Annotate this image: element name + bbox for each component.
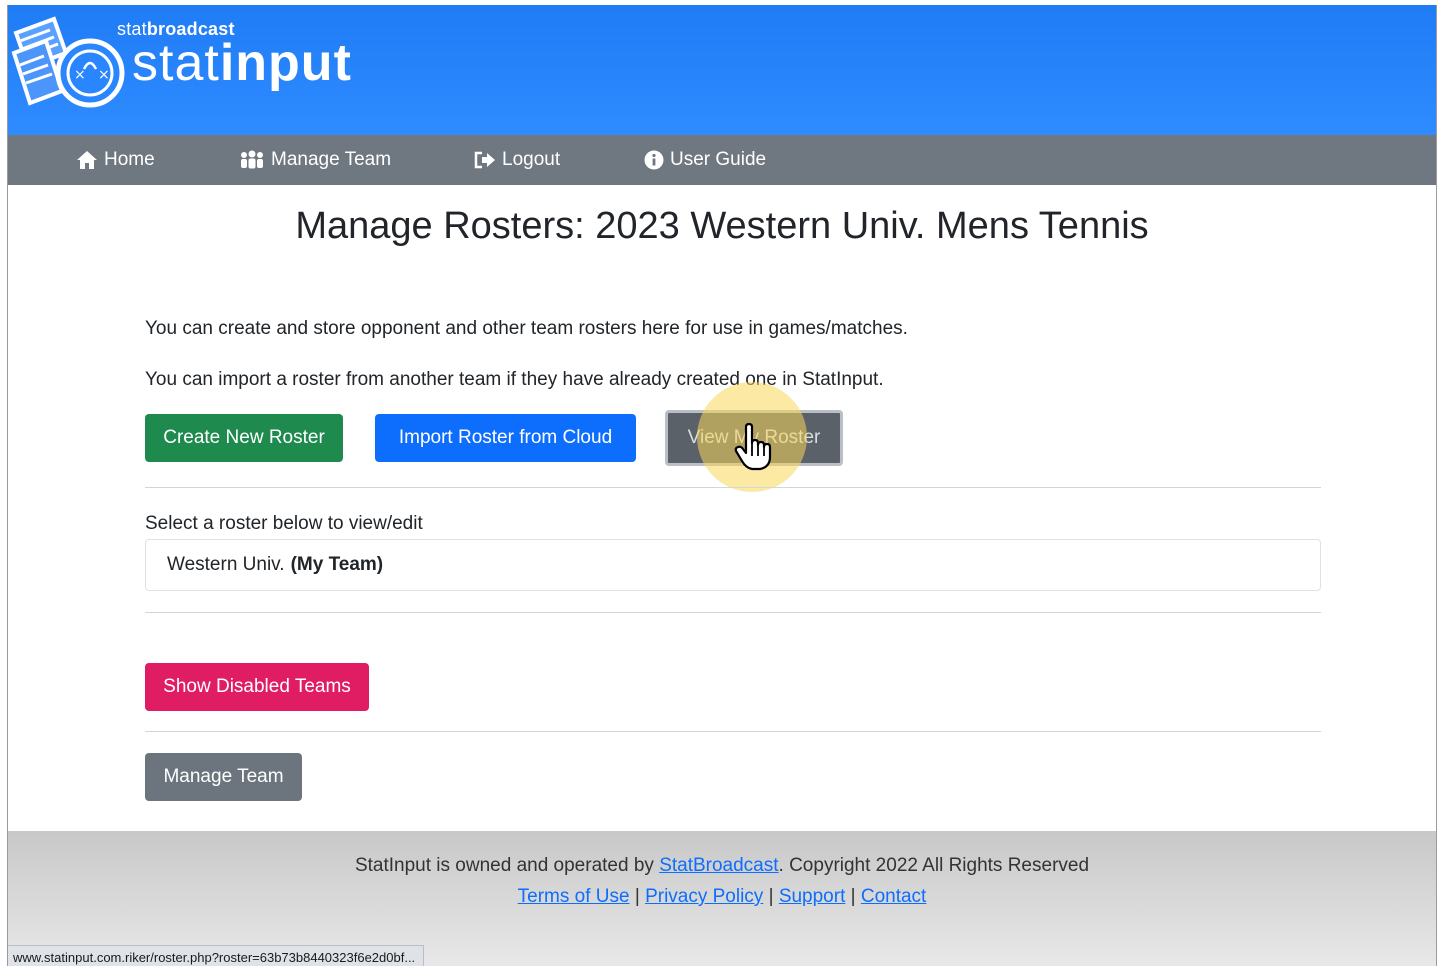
manage-team-button[interactable]: Manage Team xyxy=(145,753,302,801)
nav-logout[interactable]: Logout xyxy=(474,135,560,185)
divider xyxy=(145,487,1321,488)
hand-pointer-icon xyxy=(734,423,772,471)
nav-logout-label: Logout xyxy=(502,149,561,170)
status-bar-url: www.statinput.com.riker/roster.php?roste… xyxy=(8,945,425,966)
nav-manage-team-label: Manage Team xyxy=(271,149,392,170)
users-icon xyxy=(241,150,263,169)
footer-links: Terms of Use | Privacy Policy | Support … xyxy=(517,886,927,907)
terms-of-use-link[interactable]: Terms of Use xyxy=(518,886,630,907)
show-disabled-teams-button[interactable]: Show Disabled Teams xyxy=(145,663,369,711)
nav-manage-team[interactable]: Manage Team xyxy=(239,135,391,185)
privacy-policy-link[interactable]: Privacy Policy xyxy=(645,886,763,907)
my-team-tag: (My Team) xyxy=(290,554,384,575)
svg-text:×: × xyxy=(98,67,110,83)
info-icon xyxy=(644,150,664,170)
nav-home[interactable]: Home xyxy=(76,135,155,185)
main-navbar: Home Manage Team Logout User Guide xyxy=(8,135,1436,185)
svg-text:×: × xyxy=(74,67,86,83)
browser-page: × × statbroadcast statinput Home Manage … xyxy=(7,5,1437,966)
nav-user-guide-label: User Guide xyxy=(670,149,767,170)
statbroadcast-link[interactable]: StatBroadcast xyxy=(659,855,778,876)
contact-link[interactable]: Contact xyxy=(861,886,926,907)
nav-home-label: Home xyxy=(104,149,155,170)
statinput-logo-icon[interactable]: × × xyxy=(10,13,130,109)
support-link[interactable]: Support xyxy=(779,886,846,907)
create-new-roster-button[interactable]: Create New Roster xyxy=(145,414,343,462)
roster-list-item[interactable]: Western Univ. (My Team) xyxy=(145,539,1321,591)
page-title: Manage Rosters: 2023 Western Univ. Mens … xyxy=(295,205,1149,247)
roster-select-label: Select a roster below to view/edit xyxy=(145,513,423,534)
footer-copyright: StatInput is owned and operated by StatB… xyxy=(354,855,1090,876)
intro-text-1: You can create and store opponent and ot… xyxy=(145,318,908,339)
home-icon xyxy=(77,151,97,169)
divider xyxy=(145,731,1321,732)
nav-user-guide[interactable]: User Guide xyxy=(644,135,766,185)
divider xyxy=(145,612,1321,613)
logout-icon xyxy=(474,151,495,169)
import-roster-button[interactable]: Import Roster from Cloud xyxy=(375,414,636,462)
header-banner: × × statbroadcast statinput xyxy=(8,5,1436,135)
roster-name: Western Univ. xyxy=(167,554,285,575)
brand-title[interactable]: statinput xyxy=(132,33,352,93)
